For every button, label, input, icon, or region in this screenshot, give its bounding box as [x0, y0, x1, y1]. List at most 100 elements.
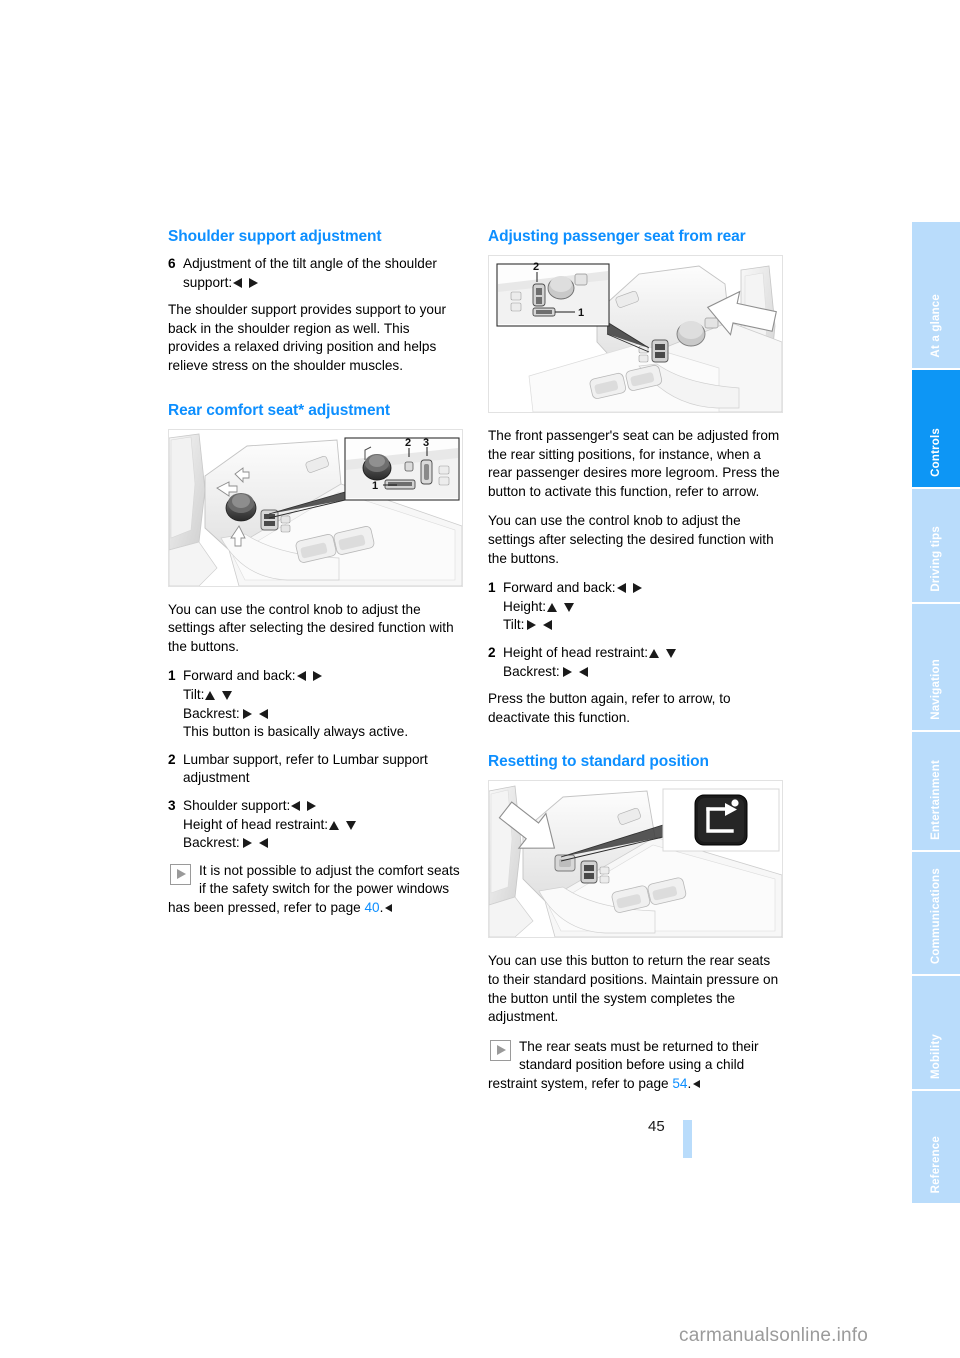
sidebar-tab-driving-tips[interactable]: Driving tips	[912, 489, 960, 602]
arrow-left-icon	[291, 800, 301, 811]
list-item-label-forward-back: Forward and back:	[503, 580, 616, 596]
list-item-label-backrest: Backrest:	[503, 663, 560, 679]
heading-adjusting-passenger-seat-from-rear: Adjusting passenger seat from rear	[488, 228, 746, 245]
note-comfort-seats-safety-switch: It is not possible to adjust the comfort…	[168, 862, 463, 918]
sidebar-tab-label: Reference	[930, 1135, 942, 1193]
page-reference-link[interactable]: 54	[672, 1076, 687, 1091]
list-item-body: Forward and back: Height: Tilt:	[503, 579, 783, 635]
figure-rear-comfort-seat-controls: 2 3 1	[168, 428, 463, 587]
page-number-bar	[683, 1120, 692, 1158]
sidebar-tab-navigation[interactable]: Navigation	[912, 604, 960, 730]
list-item-1: 1 Forward and back: Height: Tilt:	[488, 579, 783, 635]
arrow-left-icon	[616, 583, 626, 594]
arrow-down-icon	[222, 690, 233, 700]
list-item-label-head-restraint: Height of head restraint:	[503, 644, 649, 660]
list-item-2: 2 Height of head restraint: Backrest:	[488, 644, 783, 681]
arrow-right-icon	[562, 666, 572, 677]
list-item-1: 1 Forward and back: Tilt: Backrest: This…	[168, 667, 463, 741]
end-of-note-marker	[385, 903, 393, 912]
list-item-label-forward-back: Forward and back:	[183, 668, 296, 684]
list-item-label-backrest: Backrest:	[183, 705, 240, 721]
sidebar-tab-communications[interactable]: Communications	[912, 852, 960, 974]
arrow-left-icon	[258, 838, 268, 849]
list-item-text: Adjustment of the tilt angle of the shou…	[183, 256, 437, 271]
sidebar-tab-controls[interactable]: Controls	[912, 370, 960, 487]
arrow-left-icon	[258, 708, 268, 719]
sidebar-tab-label: Driving tips	[930, 526, 942, 592]
arrow-down-icon	[564, 602, 575, 612]
list-item-number: 2	[168, 751, 176, 767]
sidebar-tab-label: Communications	[930, 867, 942, 964]
heading-rear-comfort-seat-adjustment: Rear comfort seat* adjustment	[168, 401, 390, 419]
figure-illustration: 2 1	[489, 256, 782, 412]
arrow-up-icon	[649, 648, 660, 658]
list-item-2: 2 Lumbar support, refer to Lumbar suppor…	[168, 751, 463, 788]
list-item-label-tilt: Tilt:	[183, 686, 205, 702]
arrow-left-icon	[233, 277, 243, 288]
list-item-body: Height of head restraint: Backrest:	[503, 644, 783, 681]
page-number: 45	[648, 1118, 665, 1135]
sidebar-tab-reference[interactable]: Reference	[912, 1091, 960, 1203]
list-item-label-backrest: Backrest:	[183, 835, 240, 851]
arrow-down-icon	[346, 820, 357, 830]
note-text: It is not possible to adjust the comfort…	[168, 862, 460, 915]
figure-callout-2: 2	[405, 437, 411, 449]
note-triangle-icon	[170, 863, 191, 885]
list-item-3: 3 Shoulder support: Height of head restr…	[168, 797, 463, 853]
paragraph-passenger-seat-description: The front passenger's seat can be adjust…	[488, 428, 780, 499]
paragraph-control-knob-instructions: You can use the control knob to adjust t…	[168, 601, 454, 654]
list-item-number: 2	[488, 644, 496, 660]
section-tab-sidebar: At a glance Controls Driving tips Naviga…	[912, 222, 960, 1205]
sidebar-tab-label: Mobility	[930, 1033, 942, 1079]
right-column: Adjusting passenger seat from rear 2 1 T…	[488, 228, 783, 1093]
list-item-label-shoulder-support: Shoulder support:	[183, 797, 291, 813]
arrow-right-icon	[312, 671, 322, 682]
arrow-left-icon	[543, 620, 553, 631]
reset-dot-icon	[731, 799, 739, 807]
sidebar-tab-mobility[interactable]: Mobility	[912, 976, 960, 1089]
list-item-label-height: Height:	[503, 598, 547, 614]
left-column: Shoulder support adjustment 6 Adjustment…	[168, 228, 463, 917]
sidebar-tab-label: Entertainment	[930, 760, 942, 840]
list-item-note-always-active: This button is basically always active.	[183, 724, 409, 740]
paragraph-deactivate-function: Press the button again, refer to arrow, …	[488, 691, 731, 725]
figure-callout-1: 1	[578, 307, 584, 319]
list-item-6: 6 Adjustment of the tilt angle of the sh…	[168, 255, 463, 292]
list-item-body: Shoulder support: Height of head restrai…	[183, 797, 463, 853]
list-item-body: Lumbar support, refer to Lumbar support …	[183, 751, 428, 786]
list-item-number: 1	[168, 668, 176, 684]
list-item-number: 6	[168, 256, 176, 271]
list-item-label: support:	[183, 274, 233, 290]
arrow-left-icon	[578, 666, 588, 677]
list-item-label-head-restraint: Height of head restraint:	[183, 816, 329, 832]
arrow-right-icon	[307, 800, 317, 811]
list-item-number: 3	[168, 797, 176, 813]
figure-illustration: 2 3 1	[169, 429, 462, 586]
heading-shoulder-support-adjustment: Shoulder support adjustment	[168, 228, 382, 245]
sidebar-tab-label: At a glance	[930, 294, 942, 358]
list-item-label-tilt: Tilt:	[503, 617, 525, 633]
end-of-note-marker	[693, 1079, 701, 1088]
figure-callout-1: 1	[372, 480, 378, 492]
arrow-right-icon	[242, 838, 252, 849]
list-item-number: 1	[488, 580, 496, 596]
page-reference-link[interactable]: 40	[365, 900, 380, 915]
sidebar-tab-entertainment[interactable]: Entertainment	[912, 732, 960, 850]
paragraph-reset-button-description: You can use this button to return the re…	[488, 953, 779, 1025]
note-child-restraint-system: The rear seats must be returned to their…	[488, 1038, 783, 1094]
heading-resetting-to-standard-position: Resetting to standard position	[488, 753, 709, 771]
arrow-down-icon	[666, 648, 677, 658]
arrow-up-icon	[329, 820, 340, 830]
manual-page: At a glance Controls Driving tips Naviga…	[0, 0, 960, 1358]
note-text: The rear seats must be returned to their…	[488, 1038, 759, 1091]
arrow-up-icon	[205, 690, 216, 700]
sidebar-tab-label: Controls	[930, 428, 942, 477]
arrow-right-icon	[632, 583, 642, 594]
figure-callout-3: 3	[423, 437, 429, 449]
figure-callout-2: 2	[533, 261, 539, 273]
sidebar-tab-at-a-glance[interactable]: At a glance	[912, 222, 960, 368]
arrow-left-icon	[296, 671, 306, 682]
arrow-right-icon	[242, 708, 252, 719]
arrow-right-icon	[527, 620, 537, 631]
list-item-body: Forward and back: Tilt: Backrest: This b…	[183, 667, 463, 741]
